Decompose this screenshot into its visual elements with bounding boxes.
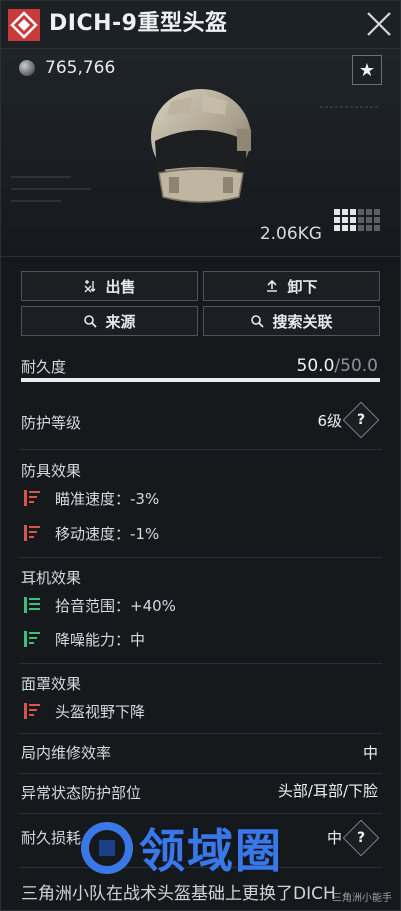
search-icon: [251, 315, 265, 328]
item-title: DICH-9重型头盔: [49, 11, 228, 36]
divider: [19, 557, 382, 558]
source-button-label: 来源: [105, 312, 136, 331]
coin-icon: [19, 60, 35, 76]
background-decoration: [320, 106, 380, 108]
stat-increase-icon: [24, 631, 40, 647]
panel-header: DICH-9重型头盔: [1, 1, 400, 49]
help-icon: ?: [356, 830, 366, 846]
source-button[interactable]: 来源: [21, 306, 198, 336]
armor-effect-text: 瞄准速度：-3%: [55, 489, 160, 508]
durability-loss-help-button[interactable]: ?: [342, 819, 380, 857]
mask-effect-text: 头盔视野下降: [55, 702, 146, 721]
item-weight: 2.06KG: [259, 224, 322, 244]
headset-effect-text: 拾音范围：+40%: [55, 596, 176, 615]
item-detail-panel: DICH-9重型头盔 765,766 ★ 2.06KG 出售 卸下 来源 搜索关…: [0, 0, 401, 911]
durability-loss-label: 耐久损耗: [21, 829, 82, 847]
headset-effect-item: 降噪能力：中: [23, 629, 145, 649]
headset-effect-text: 降噪能力：中: [55, 630, 146, 649]
item-value: 765,766: [19, 57, 115, 79]
background-decoration: [11, 176, 91, 202]
headset-effect-item: 拾音范围：+40%: [23, 595, 176, 615]
divider: [19, 867, 382, 868]
favorite-button[interactable]: ★: [352, 55, 382, 85]
armor-effects-title: 防具效果: [21, 462, 82, 480]
armor-effect-item: 移动速度：-1%: [23, 523, 159, 543]
unequip-button-label: 卸下: [287, 277, 318, 296]
item-category-icon: [8, 9, 40, 41]
armor-effect-text: 移动速度：-1%: [55, 524, 160, 543]
protection-level-label: 防护等级: [21, 414, 82, 432]
durability-bar: [21, 378, 380, 382]
armor-effect-item: 瞄准速度：-3%: [23, 488, 159, 508]
durability-label: 耐久度: [21, 358, 67, 376]
mask-effects-title: 面罩效果: [21, 675, 82, 693]
repair-efficiency-value: 中: [362, 744, 378, 762]
helmet-image: [151, 89, 251, 203]
mask-effect-item: 头盔视野下降: [23, 701, 145, 721]
divider: [19, 813, 382, 814]
durability-loss-value: 中: [326, 829, 342, 847]
stat-decrease-icon: [24, 490, 40, 506]
inventory-size-icon: [334, 209, 380, 231]
stat-decrease-icon: [24, 525, 40, 541]
repair-efficiency-label: 局内维修效率: [21, 744, 112, 762]
search-related-button[interactable]: 搜索关联: [203, 306, 380, 336]
durability-current: 50.0: [296, 356, 335, 376]
durability-max: /50.0: [334, 356, 378, 376]
divider: [19, 663, 382, 664]
star-icon: ★: [358, 59, 376, 81]
protection-level-help-button[interactable]: ?: [342, 401, 380, 439]
protection-level-value: 6级: [317, 412, 342, 430]
durability-value: 50.0/50.0: [297, 356, 378, 376]
item-preview: 765,766 ★ 2.06KG: [1, 49, 400, 257]
item-value-amount: 765,766: [45, 58, 116, 78]
help-icon: ?: [356, 412, 366, 428]
divider: [19, 773, 382, 774]
stat-decrease-icon: [24, 703, 40, 719]
watermark-credit: 三角洲小能手: [332, 893, 392, 904]
watermark: 领域圈: [81, 813, 341, 883]
sell-icon: [84, 280, 96, 293]
search-related-button-label: 搜索关联: [272, 312, 333, 331]
headset-effects-title: 耳机效果: [21, 569, 82, 587]
stat-increase-icon: [24, 597, 40, 613]
status-protection-value: 头部/耳部/下脸: [277, 782, 378, 800]
status-protection-label: 异常状态防护部位: [21, 784, 142, 802]
divider: [19, 449, 382, 450]
search-icon: [84, 315, 98, 328]
upload-icon: [267, 279, 278, 292]
unequip-button[interactable]: 卸下: [203, 271, 380, 301]
durability-bar-fill: [21, 378, 380, 382]
close-icon[interactable]: [364, 9, 394, 39]
divider: [19, 733, 382, 734]
sell-button-label: 出售: [105, 277, 136, 296]
watermark-text: 领域圈: [139, 824, 283, 878]
sell-button[interactable]: 出售: [21, 271, 198, 301]
